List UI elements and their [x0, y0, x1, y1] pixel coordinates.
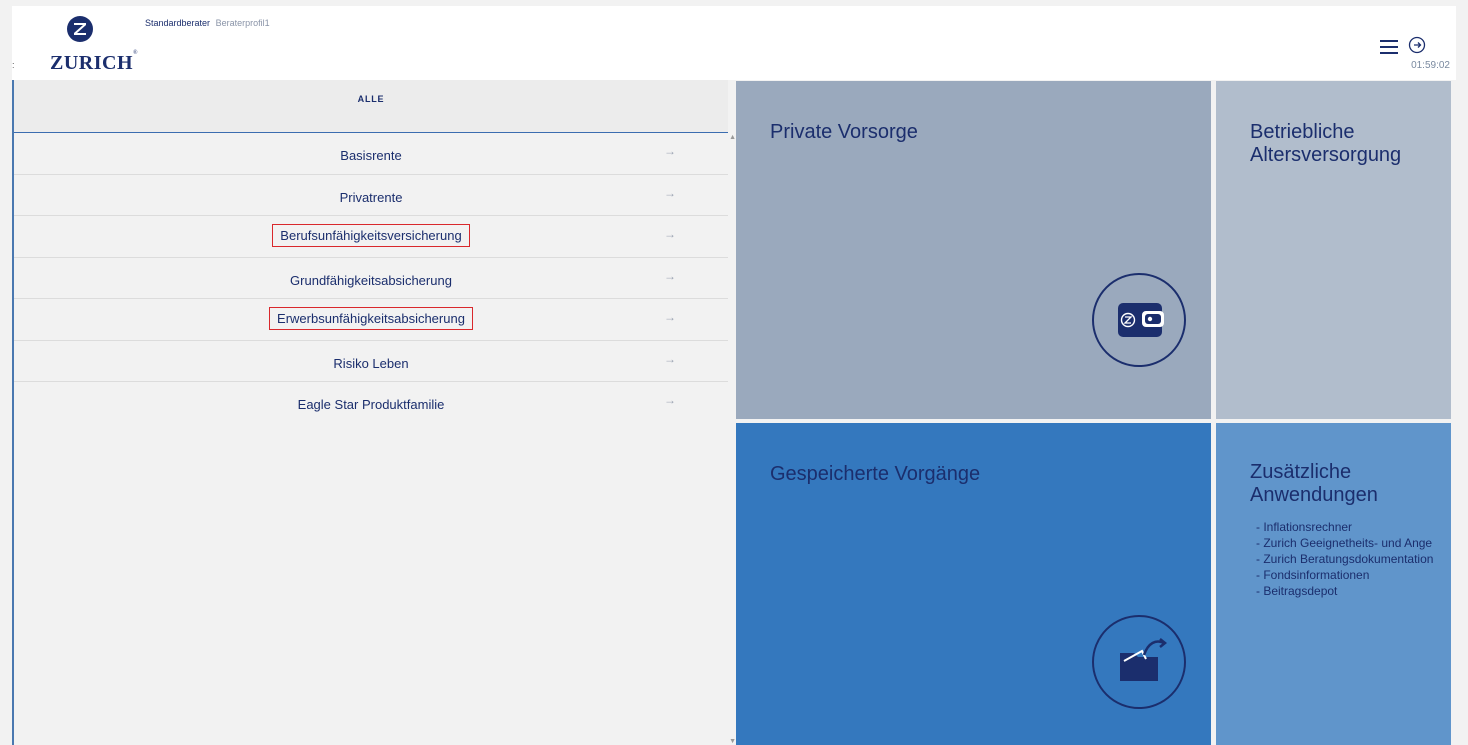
application-link-inflationsrechner[interactable]: - Inflationsrechner	[1256, 519, 1433, 535]
logout-icon[interactable]	[1408, 36, 1426, 54]
zurich-wordmark: ZURICH®	[50, 50, 139, 74]
hamburger-menu-icon[interactable]	[1380, 40, 1398, 54]
product-label: Eagle Star Produktfamilie	[297, 397, 445, 412]
tile-title: Private Vorsorge	[770, 121, 918, 143]
user-profile[interactable]: Standardberater Beraterprofil1	[145, 18, 270, 28]
tile-betriebliche-altersversorgung[interactable]: Betriebliche Altersversorgung	[1216, 81, 1451, 419]
panel-header: ALLE	[14, 80, 728, 133]
header-tools: 01:59:02	[1374, 36, 1450, 76]
wallet-icon	[1092, 273, 1186, 367]
arrow-right-icon: →	[664, 351, 676, 366]
arrow-right-icon: →	[664, 310, 676, 324]
app-window: : ZURICH® Standardberater Beraterprofil1…	[0, 0, 1468, 745]
arrow-right-icon: →	[664, 268, 676, 283]
product-list: Basisrente → Privatrente → Berufsunfähig…	[14, 133, 728, 424]
tile-gespeicherte-vorgaenge[interactable]: Gespeicherte Vorgänge	[736, 423, 1211, 745]
user-profile-name: Beraterprofil1	[215, 18, 270, 28]
scroll-down-icon[interactable]: ▼	[729, 738, 736, 745]
brand-name: ZURICH	[50, 52, 134, 74]
application-link-beratungsdokumentation[interactable]: - Zurich Beratungsdokumentation	[1256, 551, 1433, 567]
product-item-grundfaehigkeit[interactable]: Grundfähigkeitsabsicherung →	[14, 257, 728, 299]
arrow-right-icon: →	[664, 227, 676, 241]
session-timer: 01:59:02	[1411, 60, 1450, 71]
panel-empty-area	[14, 422, 728, 745]
product-label: Grundfähigkeitsabsicherung	[290, 272, 452, 288]
tile-private-vorsorge[interactable]: Private Vorsorge	[736, 81, 1211, 419]
zurich-z-icon	[67, 16, 93, 42]
product-label: Basisrente	[340, 148, 402, 163]
scroll-up-icon[interactable]: ▲	[729, 134, 736, 141]
application-link-geeignetheit[interactable]: - Zurich Geeignetheits- und Ange	[1256, 535, 1433, 551]
product-item-berufsunfaehigkeit[interactable]: Berufsunfähigkeitsversicherung →	[14, 216, 728, 258]
tile-title: Zusätzliche Anwendungen	[1250, 461, 1378, 507]
left-marker: :	[12, 60, 15, 70]
product-item-eagle-star[interactable]: Eagle Star Produktfamilie →	[14, 382, 728, 424]
arrow-right-icon: →	[664, 185, 676, 200]
tile-title: Gespeicherte Vorgänge	[770, 463, 981, 485]
folder-icon	[1092, 615, 1186, 709]
product-label: Erwerbsunfähigkeitsabsicherung	[269, 307, 473, 330]
tile-title-line2: Anwendungen	[1250, 484, 1378, 506]
tile-title-line1: Zusätzliche	[1250, 461, 1352, 483]
tile-zusaetzliche-anwendungen[interactable]: Zusätzliche Anwendungen - Inflationsrech…	[1216, 423, 1451, 745]
product-item-basisrente[interactable]: Basisrente →	[14, 133, 728, 175]
tile-title-line2: Altersversorgung	[1250, 144, 1402, 166]
user-role: Standardberater	[145, 18, 211, 28]
product-label: Berufsunfähigkeitsversicherung	[272, 224, 470, 247]
tile-title: Betriebliche Altersversorgung	[1250, 121, 1401, 167]
arrow-right-icon: →	[664, 144, 676, 158]
product-item-erwerbsunfaehigkeit[interactable]: Erwerbsunfähigkeitsabsicherung →	[14, 299, 728, 341]
application-list: - Inflationsrechner - Zurich Geeignethei…	[1256, 519, 1433, 599]
product-label: Risiko Leben	[333, 355, 409, 371]
zurich-logo[interactable]: ZURICH®	[50, 16, 140, 76]
arrow-right-icon: →	[664, 393, 676, 407]
product-label: Privatrente	[339, 189, 403, 205]
application-link-fondsinformationen[interactable]: - Fondsinformationen	[1256, 567, 1433, 583]
application-link-beitragsdepot[interactable]: - Beitragsdepot	[1256, 583, 1433, 599]
header: : ZURICH® Standardberater Beraterprofil1…	[12, 6, 1456, 80]
tile-title-line1: Betriebliche	[1250, 121, 1355, 143]
product-item-risiko-leben[interactable]: Risiko Leben →	[14, 340, 728, 382]
panel-title[interactable]: ALLE	[14, 94, 728, 104]
product-item-privatrente[interactable]: Privatrente →	[14, 174, 728, 216]
product-panel: ALLE Basisrente → Privatrente → Berufsun…	[12, 80, 736, 745]
